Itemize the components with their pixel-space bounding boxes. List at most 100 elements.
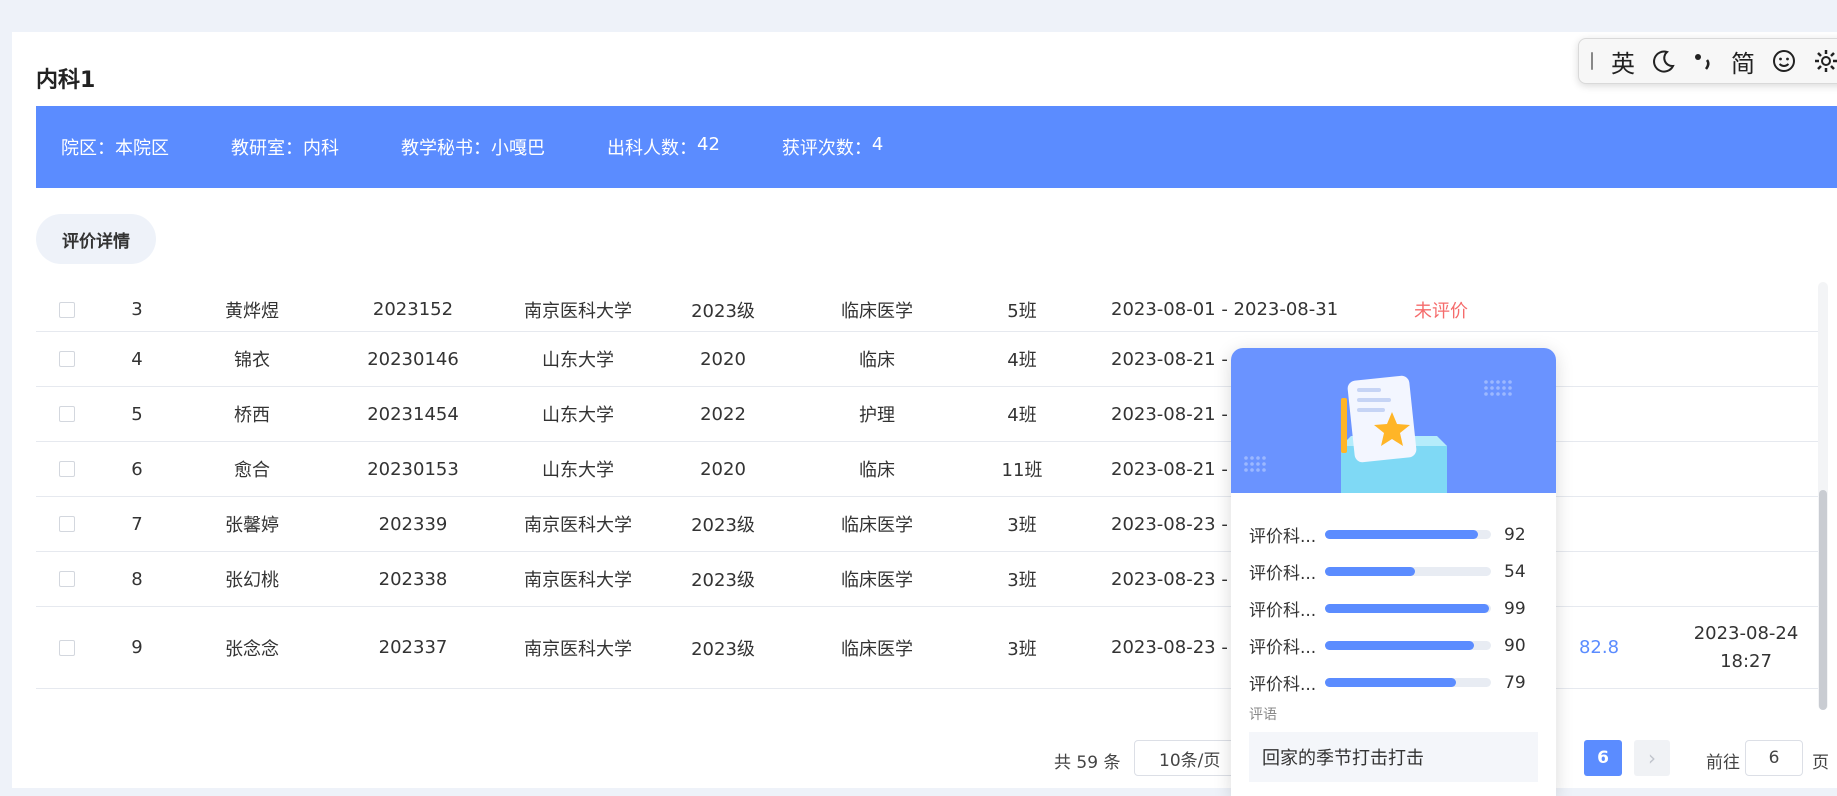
cell-school: 南京医科大学 [524,570,632,591]
cell-school: 山东大学 [542,405,614,426]
info-value: 本院区 [115,138,169,159]
punctuation-icon[interactable] [1693,48,1715,74]
info-label: 教研室： [231,138,303,159]
table-row[interactable]: 6 愈合 20230153 山东大学 2020 临床 11班 2023-08-2… [36,442,1826,497]
next-page-button[interactable]: › [1634,740,1670,776]
score-label: 评价科... [1249,601,1317,621]
info-value: 4 [871,134,884,155]
score-bar-track [1325,530,1491,539]
cell-school: 南京医科大学 [524,638,632,660]
cell-student-id: 20230146 [367,348,459,370]
ime-toolbar: 英 简 [1578,38,1837,84]
cell-name: 张馨婷 [225,515,279,536]
cell-name: 黄烨煜 [225,300,279,322]
pagination-total: 共 59 条 [1054,753,1121,773]
cell-index: 9 [131,637,143,658]
cell-class: 3班 [1007,638,1037,660]
row-checkbox[interactable] [58,442,76,496]
tab-evaluation-details[interactable]: 评价详情 [36,214,156,264]
cell-major: 临床医学 [841,515,913,536]
cell-grade: 2023级 [691,515,755,536]
row-checkbox[interactable] [58,607,76,688]
info-value: 小嘎巴 [491,138,545,159]
moon-icon[interactable] [1651,48,1677,74]
gear-icon[interactable] [1813,48,1837,74]
score-bar-row: 评价科... 99 [1249,590,1539,627]
info-label: 教学秘书： [401,138,491,159]
main-card: 内科1 院区： 本院区 教研室： 内科 教学秘书： 小嘎巴 出科人数： 42 获评次数：… [12,32,1837,788]
ime-drag-handle[interactable] [1591,52,1593,70]
table-row[interactable]: 7 张馨婷 202339 南京医科大学 2023级 临床医学 3班 2023-0… [36,497,1826,552]
score-bar-track [1325,641,1491,650]
cell-major: 临床医学 [841,638,913,660]
row-checkbox[interactable] [58,288,76,331]
cell-major: 临床 [859,460,895,481]
student-table: 3 黄烨煜 2023152 南京医科大学 2023级 临床医学 5班 2023-… [36,288,1826,689]
goto-unit: 页 [1812,753,1829,773]
info-bar: 院区： 本院区 教研室： 内科 教学秘书： 小嘎巴 出科人数： 42 获评次数： 4 [36,106,1837,188]
table-row[interactable]: 5 桥西 20231454 山东大学 2022 护理 4班 2023-08-21… [36,387,1826,442]
row-checkbox[interactable] [58,387,76,441]
cell-major: 护理 [859,405,895,426]
cell-index: 8 [131,568,143,590]
remark-text: 回家的季节打击打击 [1249,732,1538,782]
table-row[interactable]: 4 锦衣 20230146 山东大学 2020 临床 4班 2023-08-21… [36,332,1826,387]
evaluation-illustration-icon [1244,375,1512,493]
score-bar-row: 评价科... 54 [1249,553,1539,590]
cell-school: 山东大学 [542,460,614,481]
cell-grade: 2023级 [691,570,755,591]
score-bar-row: 评价科... 79 [1249,664,1539,701]
info-label: 院区： [61,138,115,159]
score-label: 评价科... [1249,675,1317,695]
cell-major: 临床医学 [841,300,913,322]
table-row[interactable]: 9 张念念 202337 南京医科大学 2023级 临床医学 3班 2023-0… [36,607,1826,689]
ime-script-toggle[interactable]: 简 [1731,44,1755,79]
cell-student-id: 202337 [378,637,448,658]
score-value: 54 [1504,561,1526,582]
score-bar-track [1325,567,1491,576]
cell-index: 6 [131,458,143,480]
score-label: 评价科... [1249,638,1317,658]
cell-index: 4 [131,348,143,370]
score-label: 评价科... [1249,527,1317,547]
goto-page-input[interactable]: 6 [1745,740,1803,776]
info-department: 教研室： 内科 [231,134,339,160]
page-title: 内科1 [36,68,96,93]
cell-major: 临床 [859,350,895,371]
goto-label: 前往 [1706,753,1740,773]
row-checkbox[interactable] [58,332,76,386]
popover-header-illustration [1231,348,1556,493]
cell-school: 南京医科大学 [524,515,632,536]
cell-name: 张念念 [225,638,279,660]
cell-school: 南京医科大学 [524,300,632,322]
ime-language-toggle[interactable]: 英 [1611,44,1635,79]
cell-class: 11班 [1001,460,1043,481]
row-checkbox[interactable] [58,552,76,606]
smiley-icon[interactable] [1771,48,1797,74]
score-bars: 评价科... 92 评价科... 54 评价科... 99 评价科... 90 … [1249,516,1539,701]
score-value: 99 [1504,598,1526,619]
pagination-current-page[interactable]: 6 [1584,740,1622,776]
remark-label: 评语 [1249,707,1277,723]
cell-class: 3班 [1007,515,1037,536]
row-checkbox[interactable] [58,497,76,551]
table-row[interactable]: 3 黄烨煜 2023152 南京医科大学 2023级 临床医学 5班 2023-… [36,288,1826,332]
info-campus: 院区： 本院区 [61,134,169,160]
info-secretary: 教学秘书： 小嘎巴 [401,134,545,160]
cell-score-link[interactable]: 82.8 [1569,607,1629,688]
info-label: 获评次数： [781,138,872,159]
score-bar-fill [1325,678,1457,687]
table-scrollbar-thumb[interactable] [1819,490,1827,710]
score-bar-track [1325,678,1491,687]
cell-class: 5班 [1007,300,1037,322]
cell-name: 愈合 [234,460,270,481]
cell-school: 山东大学 [542,350,614,371]
cell-name: 桥西 [234,405,270,426]
cell-index: 5 [131,403,143,425]
score-bar-row: 评价科... 90 [1249,627,1539,664]
info-label: 出科人数： [607,138,697,159]
table-row[interactable]: 8 张幻桃 202338 南京医科大学 2023级 临床医学 3班 2023-0… [36,552,1826,607]
cell-grade: 2020 [700,348,746,370]
cell-student-id: 20230153 [367,458,459,480]
cell-name: 张幻桃 [225,570,279,591]
